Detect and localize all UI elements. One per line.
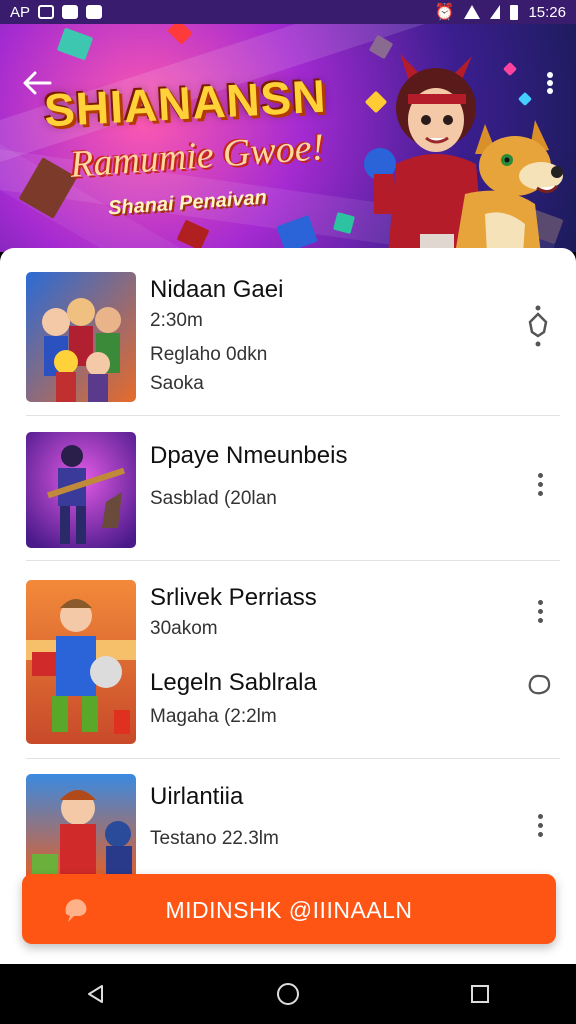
item-more-button[interactable] — [534, 473, 546, 499]
item-time: 2:30m — [150, 310, 203, 331]
list-item[interactable]: Uirlantiia Testano 22.3lm — [0, 758, 576, 878]
game-thumbnail — [26, 432, 136, 548]
item-settings-button[interactable] — [526, 304, 550, 348]
game-thumbnail — [26, 774, 136, 878]
chat-bubble-icon — [528, 674, 551, 695]
hero-banner: SHIANANSN Ramumie Gwoe! Shanai Penaivan — [0, 24, 576, 252]
confetti — [176, 219, 210, 251]
overflow-menu-button[interactable] — [538, 68, 562, 98]
list-item[interactable]: Srlivek Perriass 30akom — [0, 560, 576, 652]
nav-recents-button[interactable] — [460, 974, 500, 1014]
cta-label: MIDINSHK @IIINAALN — [165, 897, 413, 923]
list-item[interactable]: Legeln Sablrala Magaha (2:2lm — [0, 652, 576, 758]
status-time: 15:26 — [528, 3, 566, 21]
list-item[interactable]: Dpaye Nmeunbeis Sasblad (20lan — [0, 416, 576, 560]
wifi-icon — [464, 5, 481, 19]
item-title: Srlivek Perriass — [150, 584, 317, 611]
confetti — [56, 27, 94, 61]
image-icon — [86, 5, 103, 19]
more-vertical-icon — [534, 814, 546, 837]
battery-icon — [510, 4, 519, 20]
item-chat-button[interactable] — [526, 672, 552, 698]
arrow-left-icon — [23, 71, 52, 95]
item-title: Nidaan Gaei — [150, 276, 284, 303]
status-carrier-text: AP — [10, 3, 31, 21]
game-thumbnail — [26, 272, 136, 402]
confetti — [167, 24, 193, 45]
item-detail: 30akom — [150, 618, 218, 639]
image-icon — [62, 5, 79, 19]
item-detail: Reglaho 0dkn — [150, 344, 268, 365]
item-more-button[interactable] — [534, 814, 546, 840]
settings-gear-icon — [528, 305, 548, 347]
more-vertical-icon — [534, 473, 546, 496]
game-list: Nidaan Gaei 2:30m Reglaho 0dkn Saoka Dpa… — [0, 248, 576, 964]
back-button[interactable] — [20, 68, 56, 98]
nav-back-button[interactable] — [76, 974, 116, 1014]
notification-square-icon — [38, 5, 55, 19]
nav-home-button[interactable] — [268, 974, 308, 1014]
home-circle-icon — [277, 983, 299, 1005]
recents-square-icon — [471, 985, 489, 1003]
status-bar: AP ⏰ 15:26 — [0, 0, 576, 24]
signal-icon — [490, 5, 501, 19]
confetti — [517, 91, 533, 107]
item-title: Uirlantiia — [150, 783, 244, 810]
more-vertical-icon — [534, 600, 546, 623]
system-nav-bar — [0, 964, 576, 1024]
hero-dog-illustration — [455, 120, 563, 252]
item-detail: Sasblad (20lan — [150, 488, 277, 509]
item-title: Dpaye Nmeunbeis — [150, 442, 348, 469]
item-detail: Saoka — [150, 373, 204, 394]
more-vertical-icon — [547, 72, 553, 94]
back-triangle-icon — [88, 985, 103, 1003]
primary-cta-button[interactable]: MIDINSHK @IIINAALN — [22, 874, 556, 944]
item-detail: Testano 22.3lm — [150, 828, 279, 849]
item-more-button[interactable] — [534, 600, 546, 626]
list-item[interactable]: Nidaan Gaei 2:30m Reglaho 0dkn Saoka — [0, 248, 576, 416]
alarm-icon: ⏰ — [434, 4, 455, 21]
item-detail: Magaha (2:2lm — [150, 706, 277, 727]
item-title: Legeln Sablrala — [150, 669, 317, 696]
banner-subtitle: Ramumie Gwoe! — [68, 126, 326, 186]
